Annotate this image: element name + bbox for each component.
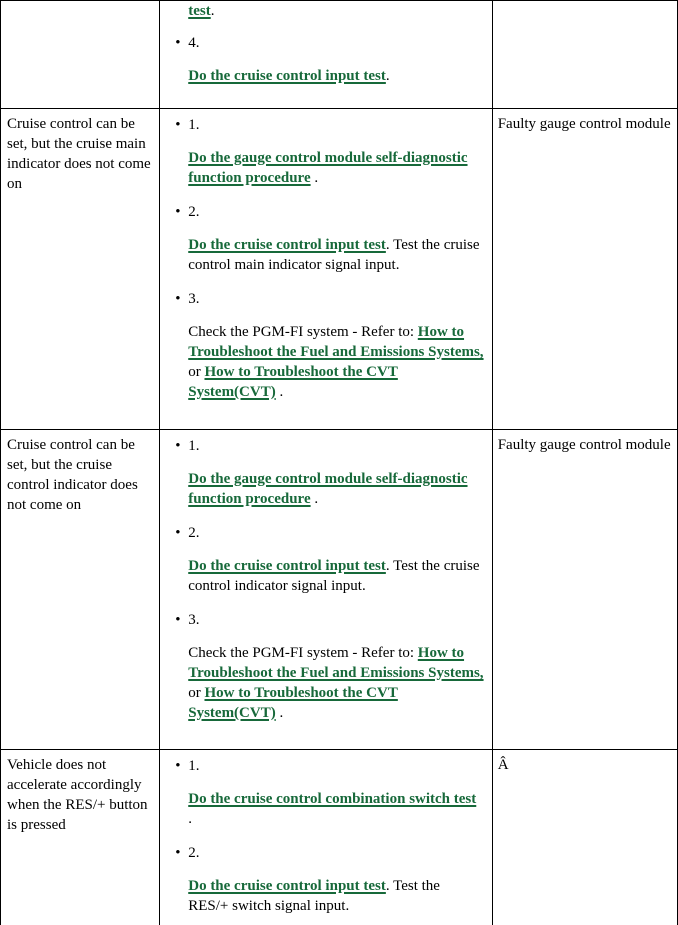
troubleshooting-table: test. • 4. Do the cruise control input te… [0, 0, 678, 925]
cause-text: Faulty gauge control module [497, 116, 671, 132]
bullet-icon: • [175, 612, 181, 628]
list-item: • 2. Do the cruise control input test. Te… [168, 202, 483, 275]
step-body: Do the gauge control module self-diagnos… [168, 469, 483, 509]
cause-cell: Â [491, 749, 678, 925]
list-item: • 1. Do the gauge control module self-dia… [168, 436, 483, 509]
bullet-icon: • [175, 758, 181, 774]
step-number: 4. [188, 35, 200, 51]
step-number-line: • 2. [168, 202, 483, 222]
link-how-to-troubleshoot-cvt-system[interactable]: How to Troubleshoot the CVT System(CVT) [188, 685, 398, 721]
step-number: 2. [188, 845, 200, 861]
link-cruise-control-input-test[interactable]: Do the cruise control input test [188, 558, 386, 574]
cause-cell [491, 0, 678, 109]
bullet-icon: • [175, 291, 181, 307]
clipped-fragment: test. [168, 1, 483, 21]
step-number-line: • 4. [168, 33, 483, 53]
list-item: • 1. Do the cruise control combination sw… [168, 756, 483, 829]
step-body: Do the cruise control input test. Test t… [168, 556, 483, 596]
step-middle: or [188, 364, 205, 380]
step-tail: . [310, 170, 319, 186]
symptom-text: Cruise control can be set, but the cruis… [7, 116, 151, 192]
bullet-icon: • [175, 438, 181, 454]
step-body: Do the cruise control input test. Test t… [168, 235, 483, 275]
link-cruise-control-input-test[interactable]: Do the cruise control input test [188, 878, 386, 894]
link-cruise-control-input-test[interactable]: Do the cruise control input test [188, 68, 386, 84]
fragment-tail: . [210, 3, 215, 19]
step-number-line: • 1. [168, 436, 483, 456]
step-number: 1. [188, 117, 200, 133]
bullet-icon: • [175, 117, 181, 133]
step-number-line: • 3. [168, 289, 483, 309]
diagnostic-content: test. • 4. Do the cruise control input te… [160, 1, 491, 108]
diagnostic-content: • 1. Do the gauge control module self-dia… [160, 109, 491, 424]
link-gauge-control-module-self-diagnostic-function-procedure[interactable]: Do the gauge control module self-diagnos… [188, 150, 467, 186]
cause-text: Â [497, 757, 509, 773]
cause-cell: Faulty gauge control module [491, 429, 678, 750]
step-number-line: • 2. [168, 523, 483, 543]
list-item: • 3. Check the PGM-FI system - Refer to: … [168, 610, 483, 723]
step-body: Do the gauge control module self-diagnos… [168, 148, 483, 188]
step-body: Check the PGM-FI system - Refer to: How … [168, 643, 483, 723]
diagnostic-content: • 1. Do the gauge control module self-dia… [160, 430, 491, 745]
list-item: • 2. Do the cruise control input test. Te… [168, 523, 483, 596]
list-item: • 2. Do the cruise control input test. Te… [168, 843, 483, 916]
troubleshooting-document: test. • 4. Do the cruise control input te… [0, 0, 678, 925]
symptom-text: Cruise control can be set, but the cruis… [7, 437, 138, 513]
step-tail: . [275, 705, 284, 721]
step-number: 1. [188, 758, 200, 774]
step-number-line: • 1. [168, 115, 483, 135]
cause-text [493, 1, 677, 12]
symptom-cell: Cruise control can be set, but the cruis… [0, 429, 161, 750]
diagnostic-cell: • 1. Do the gauge control module self-dia… [159, 429, 493, 750]
symptom-text [1, 1, 159, 12]
step-number-line: • 3. [168, 610, 483, 630]
step-tail: . [310, 491, 319, 507]
step-prefix: Check the PGM-FI system - Refer to: [188, 645, 418, 661]
step-body: Do the cruise control combination switch… [168, 789, 483, 829]
table-row: Vehicle does not accelerate accordingly … [0, 749, 678, 925]
link-how-to-troubleshoot-cvt-system[interactable]: How to Troubleshoot the CVT System(CVT) [188, 364, 398, 400]
step-tail: . [275, 384, 284, 400]
step-tail: . [385, 68, 390, 84]
step-number: 1. [188, 438, 200, 454]
cause-text: Faulty gauge control module [497, 437, 671, 453]
list-item: • 4. Do the cruise control input test. [168, 33, 483, 86]
bullet-icon: • [175, 204, 181, 220]
bullet-icon: • [175, 35, 181, 51]
step-body: Check the PGM-FI system - Refer to: How … [168, 322, 483, 402]
symptom-cell [0, 0, 161, 109]
diagnostic-cell: • 1. Do the gauge control module self-dia… [159, 108, 493, 430]
step-number: 3. [188, 612, 200, 628]
step-number: 3. [188, 291, 200, 307]
step-number-line: • 1. [168, 756, 483, 776]
table-row: Cruise control can be set, but the cruis… [0, 429, 678, 750]
list-item: • 1. Do the gauge control module self-dia… [168, 115, 483, 188]
table-row: test. • 4. Do the cruise control input te… [0, 0, 678, 109]
bullet-icon: • [175, 845, 181, 861]
step-body: Do the cruise control input test. Test t… [168, 876, 483, 916]
symptom-cell: Cruise control can be set, but the cruis… [0, 108, 161, 430]
symptom-text: Vehicle does not accelerate accordingly … [7, 757, 148, 833]
link-cruise-control-combination-switch-test[interactable]: Do the cruise control combination switch… [188, 791, 476, 807]
symptom-cell: Vehicle does not accelerate accordingly … [0, 749, 161, 925]
diagnostic-cell: test. • 4. Do the cruise control input te… [159, 0, 493, 109]
link-cruise-control-combination-switch-test[interactable]: test [188, 3, 211, 19]
diagnostic-cell: • 1. Do the cruise control combination sw… [159, 749, 493, 925]
step-number: 2. [188, 525, 200, 541]
bullet-icon: • [175, 525, 181, 541]
step-middle: or [188, 685, 205, 701]
cause-cell: Faulty gauge control module [491, 108, 678, 430]
step-number: 2. [188, 204, 200, 220]
step-number-line: • 2. [168, 843, 483, 863]
step-body: Do the cruise control input test. [168, 66, 483, 86]
step-prefix: Check the PGM-FI system - Refer to: [188, 324, 418, 340]
step-tail: . [188, 811, 192, 827]
table-row: Cruise control can be set, but the cruis… [0, 108, 678, 430]
link-gauge-control-module-self-diagnostic-function-procedure[interactable]: Do the gauge control module self-diagnos… [188, 471, 467, 507]
list-item: • 3. Check the PGM-FI system - Refer to: … [168, 289, 483, 402]
link-cruise-control-input-test[interactable]: Do the cruise control input test [188, 237, 386, 253]
diagnostic-content: • 1. Do the cruise control combination sw… [160, 750, 491, 925]
